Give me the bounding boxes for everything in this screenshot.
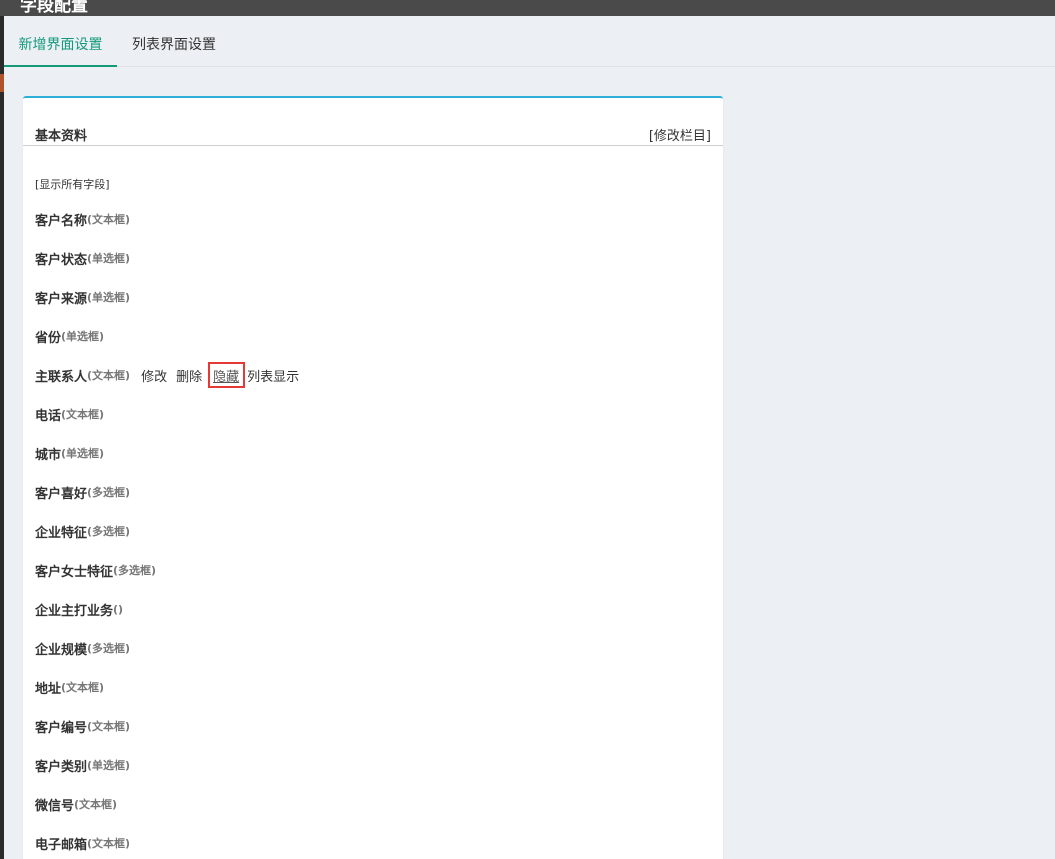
- field-row: 客户类别 (单选框): [35, 755, 130, 775]
- hide-field-link[interactable]: 隐藏: [208, 362, 246, 388]
- field-row: 电子邮箱 (文本框): [35, 833, 130, 853]
- field-name: 微信号: [35, 798, 75, 814]
- field-type: (单选框): [87, 291, 131, 304]
- field-name: 客户状态: [35, 252, 88, 268]
- field-type: (单选框): [61, 330, 105, 343]
- list-display-link[interactable]: 列表显示: [247, 366, 299, 385]
- field-row: 城市 (单选框): [35, 443, 104, 463]
- field-type: (文本框): [61, 681, 105, 694]
- edit-field-link[interactable]: 修改: [141, 366, 167, 385]
- field-type: (单选框): [87, 759, 131, 772]
- field-name: 省份: [35, 330, 62, 346]
- field-type: (多选框): [87, 642, 131, 655]
- field-type: (单选框): [87, 252, 131, 265]
- field-type: (文本框): [87, 720, 131, 733]
- field-row: 客户来源 (单选框): [35, 287, 130, 307]
- field-type: (单选框): [61, 447, 105, 460]
- title-bar: 字段配置: [0, 0, 1055, 16]
- field-name: 客户编号: [35, 720, 88, 736]
- basic-info-panel: 基本资料 [修改栏目] [显示所有字段] 客户名称 (文本框) 客户状态 (单选…: [23, 96, 723, 859]
- field-type: (文本框): [87, 369, 131, 382]
- field-row: 省份 (单选框): [35, 326, 104, 346]
- field-type: (): [113, 602, 124, 616]
- field-row: 客户编号 (文本框): [35, 716, 130, 736]
- field-name: 客户名称: [35, 213, 88, 229]
- field-name: 主联系人: [35, 369, 88, 385]
- tab-bar: 新增界面设置 列表界面设置: [4, 16, 1055, 67]
- tab-list-settings[interactable]: 列表界面设置: [132, 16, 216, 67]
- field-type: (文本框): [61, 408, 105, 421]
- field-row: 企业规模 (多选框): [35, 638, 130, 658]
- field-row: 客户喜好 (多选框): [35, 482, 130, 502]
- panel-header: 基本资料 [修改栏目]: [23, 98, 723, 146]
- field-type: (文本框): [87, 213, 131, 226]
- field-name: 企业规模: [35, 642, 88, 658]
- field-row-hovered: 主联系人 (文本框) 修改 删除 隐藏 列表显示: [35, 362, 299, 388]
- field-name: 电话: [35, 408, 62, 424]
- field-name: 客户喜好: [35, 486, 88, 502]
- field-type: (多选框): [87, 486, 131, 499]
- field-name: 企业特征: [35, 525, 88, 541]
- edit-columns-link[interactable]: [修改栏目]: [649, 125, 711, 144]
- field-type: (多选框): [113, 564, 157, 577]
- panel-title: 基本资料: [35, 129, 88, 144]
- field-name: 地址: [35, 681, 62, 697]
- field-row: 企业特征 (多选框): [35, 521, 130, 541]
- field-row: 客户名称 (文本框): [35, 209, 130, 229]
- field-name: 客户女士特征: [35, 564, 114, 580]
- field-name: 企业主打业务: [35, 603, 114, 619]
- field-name: 客户类别: [35, 759, 88, 775]
- field-row: 客户女士特征 (多选框): [35, 560, 156, 580]
- row-actions: 修改 删除 隐藏 列表显示: [141, 362, 299, 388]
- field-type: (文本框): [87, 837, 131, 850]
- tab-add-form-settings[interactable]: 新增界面设置: [4, 16, 117, 67]
- field-row: 客户状态 (单选框): [35, 248, 130, 268]
- show-all-fields-link[interactable]: [显示所有字段]: [35, 176, 110, 192]
- field-row: 企业主打业务 (): [35, 599, 123, 619]
- field-row: 电话 (文本框): [35, 404, 104, 424]
- window-title: 字段配置: [20, 0, 88, 16]
- left-window-edge: [0, 0, 4, 859]
- field-type: (文本框): [74, 798, 118, 811]
- field-name: 客户来源: [35, 291, 88, 307]
- app-frame: 字段配置 新增界面设置 列表界面设置 基本资料 [修改栏目] [显示所有字段] …: [0, 0, 1055, 859]
- field-type: (多选框): [87, 525, 131, 538]
- delete-field-link[interactable]: 删除: [176, 366, 202, 385]
- field-row: 微信号 (文本框): [35, 794, 117, 814]
- field-name: 电子邮箱: [35, 837, 88, 853]
- field-row: 地址 (文本框): [35, 677, 104, 697]
- field-name: 城市: [35, 447, 62, 463]
